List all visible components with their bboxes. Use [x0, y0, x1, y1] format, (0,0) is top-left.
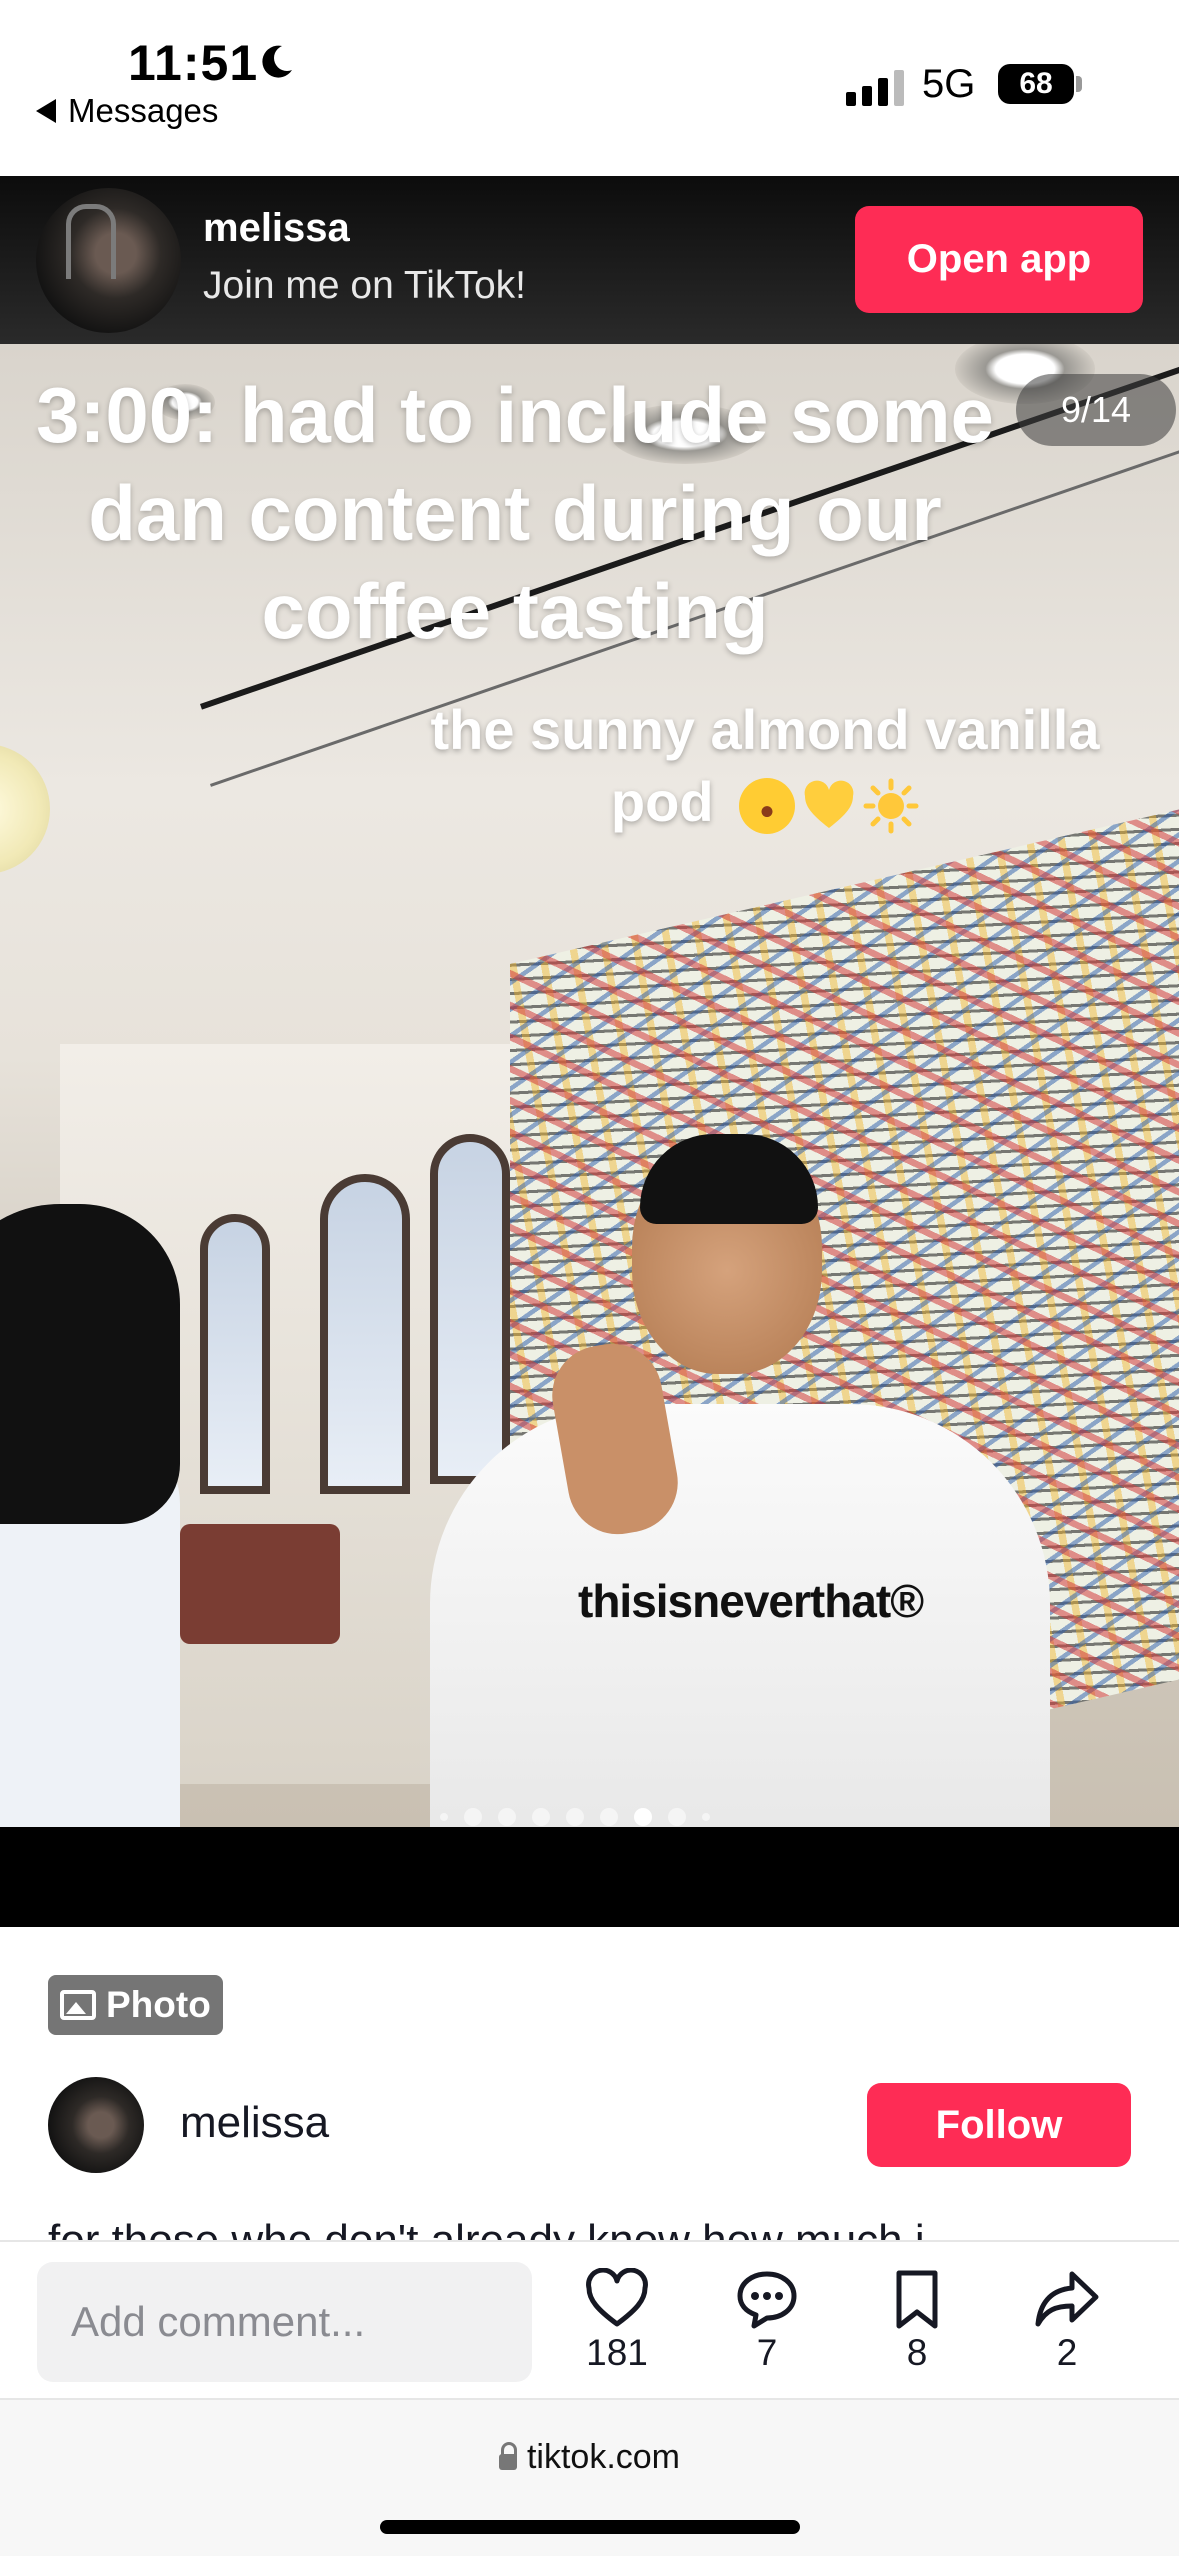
photo-subcaption: the sunny almond vanilla pod: [400, 694, 1130, 838]
carousel-dot[interactable]: [702, 1813, 710, 1821]
photo-bottom-bar: [0, 1827, 1179, 1927]
carousel-dot[interactable]: [498, 1808, 516, 1826]
like-count: 181: [586, 2332, 648, 2373]
comment-button[interactable]: 7: [712, 2268, 822, 2374]
comment-count: 7: [756, 2332, 778, 2373]
author-name[interactable]: melissa: [180, 2098, 329, 2148]
comment-icon: [737, 2271, 797, 2329]
person-left-hair: [0, 1204, 180, 1524]
photo-badge: Photo: [48, 1975, 223, 2035]
action-bar: 181 7 8 2: [0, 2240, 1179, 2400]
ceiling-lamp: [0, 744, 50, 874]
share-button[interactable]: 2: [1012, 2268, 1122, 2374]
image-icon: [60, 1990, 96, 2020]
battery-tip: [1076, 76, 1082, 92]
carousel-dot[interactable]: [532, 1808, 550, 1826]
carousel-dot[interactable]: [668, 1808, 686, 1826]
home-indicator[interactable]: [380, 2520, 800, 2534]
carousel-dots: [440, 1808, 710, 1826]
emoji-group: [739, 778, 919, 835]
window-arch: [320, 1174, 410, 1494]
shirt-print: thisisneverthat®: [578, 1575, 924, 1627]
carousel-dot[interactable]: [440, 1813, 448, 1821]
lock-icon: [498, 2441, 517, 2470]
photo-carousel[interactable]: thisisneverthat® 3:00: had to include so…: [0, 344, 1179, 1827]
like-button[interactable]: 181: [562, 2268, 672, 2374]
banner-subtitle: Join me on TikTok!: [203, 264, 526, 307]
back-arrow-icon: [36, 99, 56, 123]
moon-icon: [262, 45, 292, 78]
share-icon: [1035, 2271, 1099, 2327]
share-count: 2: [1056, 2332, 1078, 2373]
banner-avatar[interactable]: [36, 188, 181, 333]
open-app-banner: melissa Join me on TikTok! Open app: [0, 176, 1179, 344]
window-arch: [200, 1214, 270, 1494]
heart-icon: [586, 2268, 648, 2327]
network-label: 5G: [922, 62, 976, 106]
browser-url-bar: tiktok.com: [0, 2400, 1179, 2556]
photo-badge-label: Photo: [106, 1984, 211, 2025]
carousel-dot[interactable]: [600, 1808, 618, 1826]
banner-username: melissa: [203, 206, 350, 250]
battery-icon: 68: [998, 64, 1074, 104]
signal-icon: [846, 70, 904, 106]
photo-caption: 3:00: had to include some dan content du…: [36, 371, 994, 655]
yellow-heart-emoji-icon: [804, 780, 854, 829]
bench-seat: [180, 1524, 340, 1644]
author-avatar[interactable]: [48, 2077, 144, 2173]
save-button[interactable]: 8: [862, 2268, 972, 2374]
carousel-dot[interactable]: [566, 1808, 584, 1826]
bookmark-icon: [896, 2270, 938, 2329]
slide-counter: 9/14: [1016, 374, 1176, 446]
status-time: 11:51: [128, 35, 259, 91]
star-struck-emoji-icon: [739, 778, 796, 835]
status-bar: 11:51 Messages 5G 68: [0, 0, 1179, 176]
post-description: for those who don't already know how muc…: [48, 2216, 925, 2244]
url-text: tiktok.com: [526, 2438, 681, 2476]
follow-button[interactable]: Follow: [867, 2083, 1131, 2167]
sun-emoji-icon: [863, 778, 919, 834]
add-comment-input[interactable]: [37, 2262, 532, 2382]
open-app-button[interactable]: Open app: [855, 206, 1143, 313]
back-to-app-link[interactable]: Messages: [36, 92, 218, 130]
back-app-label: Messages: [68, 92, 219, 129]
carousel-dot[interactable]: [464, 1808, 482, 1826]
carousel-dot-active[interactable]: [634, 1808, 652, 1826]
window-arch: [430, 1134, 510, 1484]
url-display[interactable]: tiktok.com: [0, 2438, 1179, 2477]
save-count: 8: [906, 2332, 928, 2373]
